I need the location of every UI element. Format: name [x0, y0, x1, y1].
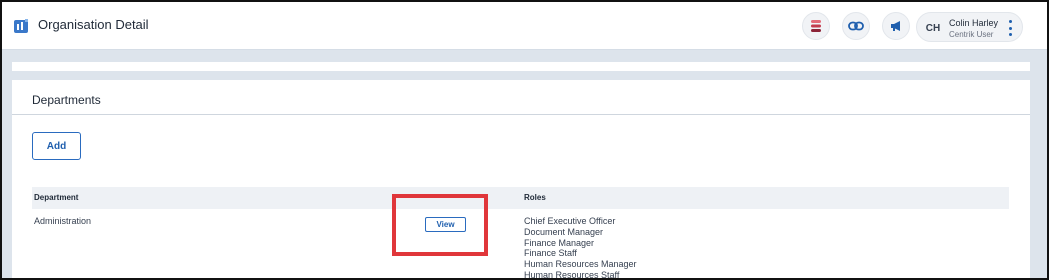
app-window: Organisation Detail CH Colin Harley Cent…: [0, 0, 1049, 280]
role-item: Finance Manager: [524, 237, 595, 248]
top-header: Organisation Detail CH Colin Harley Cent…: [2, 2, 1047, 50]
view-button-highlight: [392, 194, 488, 256]
column-header-department: Department: [34, 193, 79, 202]
more-vertical-icon[interactable]: [1005, 20, 1015, 36]
user-role: Centrik User: [949, 30, 994, 39]
divider: [12, 114, 1030, 115]
department-name: Administration: [34, 216, 92, 226]
role-item: Human Resources Staff: [524, 269, 620, 280]
summary-card: [12, 62, 1030, 71]
user-menu[interactable]: CH Colin Harley Centrik User: [916, 12, 1023, 42]
avatar: CH: [925, 22, 941, 34]
page-title: Organisation Detail: [38, 17, 149, 32]
announcements-button[interactable]: [882, 12, 910, 40]
database-button[interactable]: [802, 12, 830, 40]
departments-title: Departments: [32, 93, 101, 107]
add-button[interactable]: Add: [32, 132, 81, 160]
column-header-roles: Roles: [524, 193, 546, 202]
role-item: Chief Executive Officer: [524, 216, 616, 226]
app-icon: [14, 19, 28, 33]
link-icon: [848, 21, 864, 31]
megaphone-icon: [891, 21, 900, 31]
user-name: Colin Harley: [949, 18, 999, 28]
table-header: Department Roles: [32, 187, 1009, 209]
database-icon: [811, 20, 821, 32]
roles-list: Chief Executive Officer Document Manager…: [524, 216, 637, 280]
role-item: Finance Staff: [524, 248, 577, 259]
role-item: Document Manager: [524, 226, 604, 237]
link-button[interactable]: [842, 12, 870, 40]
departments-card: Departments Add Department Roles Adminis…: [12, 80, 1030, 280]
role-item: Human Resources Manager: [524, 259, 637, 270]
